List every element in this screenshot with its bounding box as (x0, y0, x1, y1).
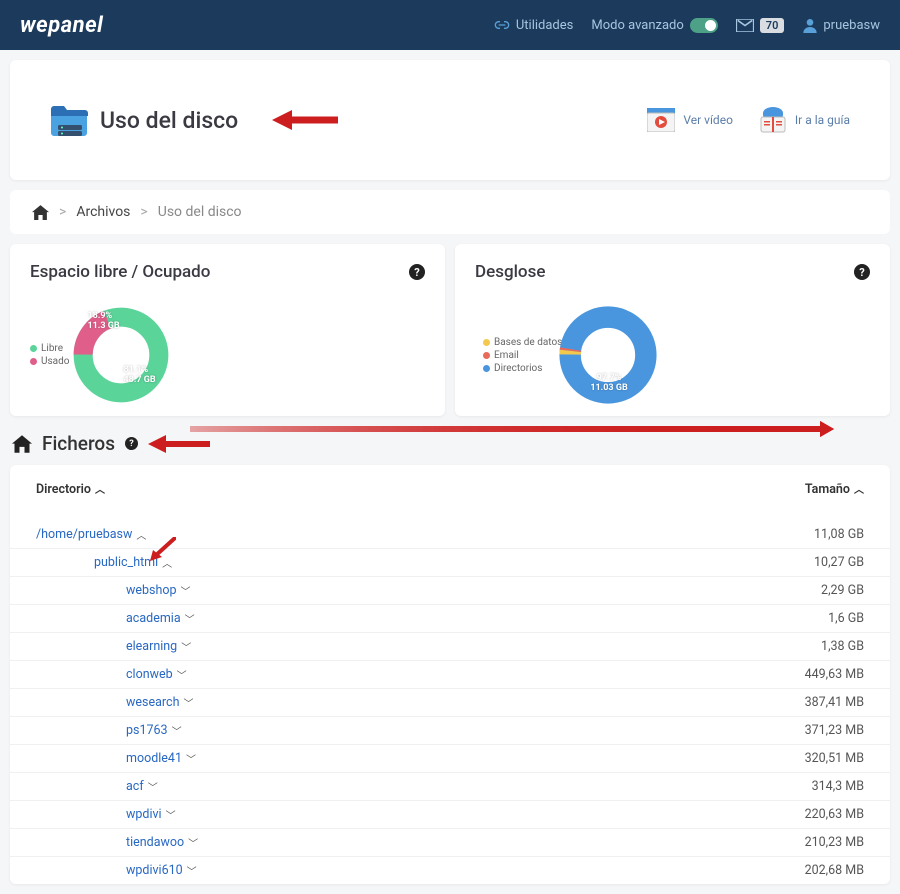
sort-asc-icon: ︿ (95, 485, 105, 496)
dir-name[interactable]: clonweb﹀ (36, 667, 187, 682)
go-to-guide-label: Ir a la guía (795, 113, 850, 127)
panel-space: Espacio libre / Ocupado ? Libre Usado (10, 244, 445, 416)
advanced-mode-toggle[interactable]: Modo avanzado (591, 18, 717, 33)
file-row[interactable]: tiendawoo﹀ 210,23 MB (10, 828, 890, 856)
breadcrumb-separator: > (140, 204, 147, 220)
breadcrumb-separator: > (59, 204, 66, 220)
home-icon[interactable] (32, 205, 49, 220)
title-card: Uso del disco Ver vídeo (10, 60, 890, 180)
dir-size: 220,63 MB (805, 807, 864, 822)
ficheros-heading: Ficheros ? (0, 426, 900, 465)
chevron-down-icon: ﹀ (183, 695, 193, 710)
chevron-down-icon: ﹀ (172, 723, 182, 738)
breadcrumb: > Archivos > Uso del disco (10, 190, 890, 234)
dir-size: 387,41 MB (805, 695, 864, 710)
help-icon[interactable]: ? (854, 264, 870, 280)
logo[interactable]: wepanel (20, 13, 103, 38)
file-row-publichtml[interactable]: public_html ︿ 10,27 GB (10, 548, 890, 576)
file-row[interactable]: ps1763﹀ 371,23 MB (10, 716, 890, 744)
breadcrumb-current: Uso del disco (158, 204, 242, 220)
dir-name[interactable]: acf﹀ (36, 779, 158, 794)
dir-size: 1,6 GB (828, 611, 864, 626)
dir-size: 320,51 MB (805, 751, 864, 766)
chevron-down-icon: ﹀ (188, 835, 198, 850)
disk-usage-icon (50, 105, 86, 135)
dir-name[interactable]: moodle41﹀ (36, 751, 196, 766)
go-to-guide-link[interactable]: Ir a la guía (759, 107, 850, 133)
dir-size: 11,08 GB (814, 527, 864, 542)
watch-video-label: Ver vídeo (683, 113, 733, 127)
help-icon[interactable]: ? (125, 437, 138, 450)
mail-button[interactable]: 70 (736, 18, 785, 33)
dir-name[interactable]: academia﹀ (36, 611, 195, 626)
video-icon (647, 108, 675, 132)
home-icon (12, 435, 32, 453)
dir-size: 10,27 GB (814, 555, 864, 570)
link-icon (494, 20, 510, 30)
panel-space-title: Espacio libre / Ocupado (30, 262, 210, 282)
toggle-switch[interactable] (690, 18, 718, 33)
utilities-link[interactable]: Utilidades (494, 18, 574, 33)
sort-asc-icon: ︿ (854, 485, 864, 496)
user-menu[interactable]: pruebasw (802, 17, 880, 33)
file-row[interactable]: acf﹀ 314,3 MB (10, 772, 890, 800)
file-row[interactable]: clonweb﹀ 449,63 MB (10, 660, 890, 688)
dir-name[interactable]: wpdivi﹀ (36, 807, 176, 822)
watch-video-link[interactable]: Ver vídeo (647, 108, 733, 132)
dir-size: 449,63 MB (805, 667, 864, 682)
annotation-arrow-icon (150, 537, 176, 561)
file-row[interactable]: moodle41﹀ 320,51 MB (10, 744, 890, 772)
dir-name[interactable]: wesearch﹀ (36, 695, 193, 710)
col-header-size[interactable]: Tamaño︿ (805, 481, 864, 497)
advanced-mode-label: Modo avanzado (591, 18, 683, 33)
file-row-root[interactable]: /home/pruebasw ︿ 11,08 GB (10, 513, 890, 548)
utilities-label: Utilidades (516, 18, 574, 33)
chevron-down-icon: ﹀ (181, 583, 191, 598)
files-table: Directorio︿ Tamaño︿ /home/pruebasw ︿ 11,… (10, 465, 890, 884)
annotation-arrow-icon (148, 434, 210, 454)
guide-icon (759, 107, 787, 133)
file-row[interactable]: wesearch﹀ 387,41 MB (10, 688, 890, 716)
dir-size: 210,23 MB (805, 835, 864, 850)
dir-size: 314,3 MB (812, 779, 864, 794)
dir-name[interactable]: webshop﹀ (36, 583, 191, 598)
dir-name[interactable]: /home/pruebasw ︿ (36, 527, 146, 542)
breadcrumb-archivos[interactable]: Archivos (76, 204, 130, 220)
mail-count-badge: 70 (760, 18, 785, 33)
chevron-down-icon: ﹀ (187, 863, 197, 878)
page-title: Uso del disco (100, 107, 238, 134)
dir-size: 1,38 GB (821, 639, 864, 654)
chevron-down-icon: ﹀ (148, 779, 158, 794)
chevron-down-icon: ﹀ (177, 667, 187, 682)
chevron-down-icon: ﹀ (166, 807, 176, 822)
file-row[interactable]: wpdivi﹀ 220,63 MB (10, 800, 890, 828)
file-row[interactable]: elearning﹀ 1,38 GB (10, 632, 890, 660)
help-icon[interactable]: ? (409, 264, 425, 280)
app-header: wepanel Utilidades Modo avanzado 70 prue… (0, 0, 900, 50)
dir-size: 371,23 MB (805, 723, 864, 738)
ficheros-title: Ficheros (42, 432, 115, 455)
panel-breakdown: Desglose ? Bases de datos Email Director… (455, 244, 890, 416)
file-row[interactable]: academia﹀ 1,6 GB (10, 604, 890, 632)
panel-breakdown-title: Desglose (475, 262, 545, 282)
dir-size: 2,29 GB (821, 583, 864, 598)
chevron-down-icon: ﹀ (185, 611, 195, 626)
file-row[interactable]: wpdivi610﹀ 202,68 MB (10, 856, 890, 884)
col-header-directory[interactable]: Directorio︿ (36, 481, 105, 497)
user-icon (802, 17, 818, 33)
chevron-down-icon: ﹀ (181, 639, 191, 654)
space-donut-chart: 18.9% 11.3 GB 81.1% 48.7 GB (61, 305, 181, 405)
annotation-arrow-icon (272, 109, 338, 131)
username: pruebasw (823, 18, 880, 33)
dir-name[interactable]: elearning﹀ (36, 639, 191, 654)
envelope-icon (736, 19, 754, 32)
chevron-down-icon: ﹀ (186, 751, 196, 766)
dir-name[interactable]: ps1763﹀ (36, 723, 182, 738)
file-row[interactable]: webshop﹀ 2,29 GB (10, 576, 890, 604)
chevron-up-icon: ︿ (136, 527, 146, 542)
dir-size: 202,68 MB (805, 863, 864, 878)
dir-name[interactable]: tiendawoo﹀ (36, 835, 198, 850)
breakdown-donut-chart: 97.7% 11.03 GB (548, 305, 668, 405)
dir-name[interactable]: wpdivi610﹀ (36, 863, 197, 878)
